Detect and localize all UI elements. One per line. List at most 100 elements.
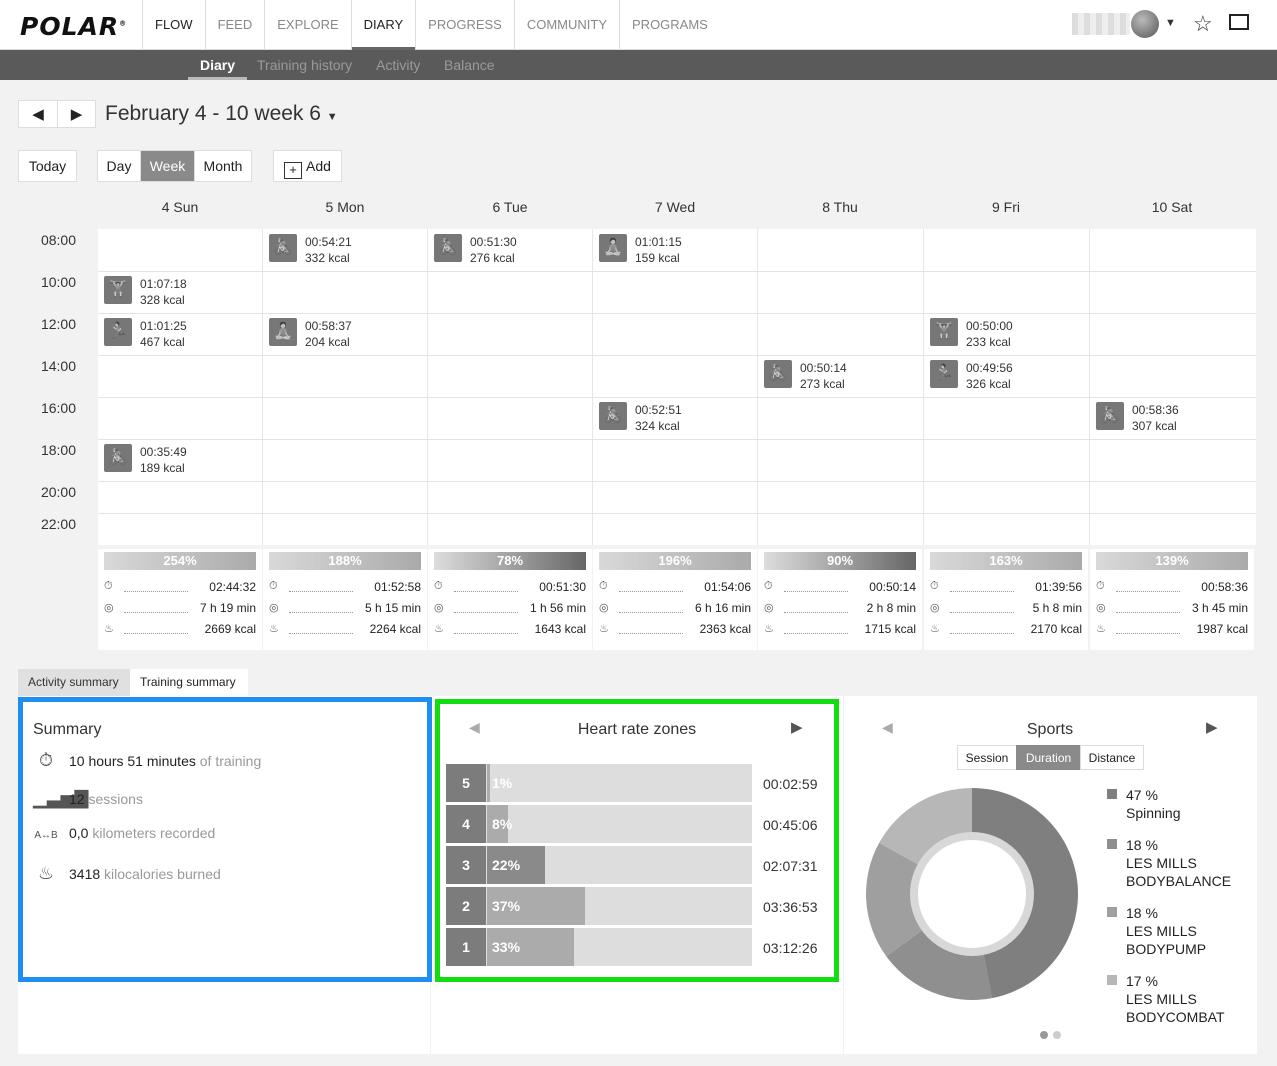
day-header[interactable]: 9 Fri <box>924 199 1088 215</box>
profile-dropdown-icon[interactable]: ▼ <box>1165 17 1176 29</box>
week-view-button[interactable]: Week <box>140 150 195 182</box>
day-summary[interactable]: 163% ⏱ 01:39:56 ◎ 5 h 8 min ♨ 2170 kcal <box>924 549 1088 650</box>
day-summary[interactable]: 254% ⏱ 02:44:32 ◎ 7 h 19 min ♨ 2669 kcal <box>98 549 262 650</box>
activity-goal-bar: 188% <box>269 552 421 570</box>
training-session[interactable]: 🚴 00:35:49 189 kcal <box>98 439 262 475</box>
training-session[interactable]: 🧘 01:01:15 159 kcal <box>593 229 757 265</box>
session-duration: 00:49:56 <box>966 361 1013 375</box>
month-view-button[interactable]: Month <box>194 150 252 182</box>
calories-row: ♨ 1987 kcal <box>1096 622 1248 636</box>
legend-swatch <box>1107 907 1117 917</box>
highlight-box-summary <box>18 697 432 982</box>
nav-community[interactable]: COMMUNITY <box>513 0 619 50</box>
date-range-dropdown[interactable]: February 4 - 10 week 6 ▼ <box>105 102 338 126</box>
training-time-row: ⏱ 00:51:30 <box>434 580 586 594</box>
today-button[interactable]: Today <box>18 150 77 182</box>
flame-icon: ♨ <box>930 623 940 635</box>
session-duration: 00:50:00 <box>966 319 1013 333</box>
carousel-dot-2[interactable] <box>1053 1031 1061 1039</box>
session-details: 00:58:37 204 kcal <box>305 318 352 350</box>
training-session[interactable]: 🚴 00:58:36 307 kcal <box>1090 397 1254 433</box>
carousel-dot-1[interactable] <box>1040 1031 1048 1039</box>
active-time-row: ◎ 6 h 16 min <box>599 601 751 615</box>
subnav-activity[interactable]: Activity <box>376 50 420 80</box>
stopwatch-icon: ⏱ <box>269 580 278 592</box>
day-view-button[interactable]: Day <box>97 150 141 182</box>
training-session[interactable]: 🏃 00:49:56 326 kcal <box>924 355 1088 391</box>
day-header[interactable]: 7 Wed <box>593 199 757 215</box>
subnav-balance[interactable]: Balance <box>444 50 495 80</box>
active-time-row: ◎ 7 h 19 min <box>104 601 256 615</box>
sports-prev-arrow-icon[interactable]: ◀ <box>882 719 893 736</box>
training-session[interactable]: 🏋 01:07:18 328 kcal <box>98 271 262 307</box>
session-kcal: 233 kcal <box>966 335 1011 349</box>
sports-next-arrow-icon[interactable]: ▶ <box>1206 718 1218 736</box>
grid-column-divider <box>427 229 428 545</box>
day-summary[interactable]: 139% ⏱ 00:58:36 ◎ 3 h 45 min ♨ 1987 kcal <box>1090 549 1254 650</box>
training-session[interactable]: 🏃 01:01:25 467 kcal <box>98 313 262 349</box>
activity-icon: ◎ <box>434 602 444 614</box>
day-summary[interactable]: 196% ⏱ 01:54:06 ◎ 6 h 16 min ♨ 2363 kcal <box>593 549 757 650</box>
activity-icon: ◎ <box>269 602 279 614</box>
nav-programs[interactable]: PROGRAMS <box>619 0 720 50</box>
time-label: 18:00 <box>40 442 76 458</box>
training-session[interactable]: 🚴 00:52:51 324 kcal <box>593 397 757 433</box>
grid-row-divider <box>98 481 1256 482</box>
day-header[interactable]: 10 Sat <box>1090 199 1254 215</box>
spinning-icon: 🚴 <box>1096 402 1124 430</box>
nav-explore[interactable]: EXPLORE <box>264 0 350 50</box>
activity-icon: ◎ <box>764 602 774 614</box>
donut-slice[interactable] <box>972 788 1078 999</box>
training-session[interactable]: 🚴 00:50:14 273 kcal <box>758 355 922 391</box>
subnav-training-history[interactable]: Training history <box>257 50 352 80</box>
messages-icon[interactable] <box>1229 14 1249 30</box>
calories-row: ♨ 1643 kcal <box>434 622 586 636</box>
avatar[interactable] <box>1131 10 1159 38</box>
grid-row-divider <box>98 513 1256 514</box>
favorites-star-icon[interactable]: ☆ <box>1193 11 1213 37</box>
active-time-row: ◎ 2 h 8 min <box>764 601 916 615</box>
sports-tab-distance[interactable]: Distance <box>1080 745 1144 770</box>
next-week-button[interactable]: ▶ <box>57 100 96 128</box>
day-summary[interactable]: 78% ⏱ 00:51:30 ◎ 1 h 56 min ♨ 1643 kcal <box>428 549 592 650</box>
legend-swatch <box>1107 839 1117 849</box>
session-details: 00:50:00 233 kcal <box>966 318 1013 350</box>
calories-row: ♨ 1715 kcal <box>764 622 916 636</box>
activity-icon: ◎ <box>104 602 114 614</box>
day-summary[interactable]: 188% ⏱ 01:52:58 ◎ 5 h 15 min ♨ 2264 kcal <box>263 549 427 650</box>
activity-goal-bar: 163% <box>930 552 1082 570</box>
add-button[interactable]: + Add <box>273 150 342 182</box>
tab-training-summary[interactable]: Training summary <box>130 669 248 696</box>
sports-tab-session[interactable]: Session <box>957 745 1017 770</box>
week-calendar-grid: 🏋 01:07:18 328 kcal 🏃 01:01:25 467 kcal 🚴 00:35… <box>98 229 1256 545</box>
prev-week-button[interactable]: ◀ <box>18 100 58 128</box>
activity-goal-bar: 78% <box>434 552 586 570</box>
nav-flow[interactable]: FLOW <box>142 0 205 50</box>
training-time-row: ⏱ 01:52:58 <box>269 580 421 594</box>
session-details: 00:52:51 324 kcal <box>635 402 682 434</box>
training-session[interactable]: 🚴 00:51:30 276 kcal <box>428 229 592 265</box>
day-header[interactable]: 5 Mon <box>263 199 427 215</box>
caret-down-icon: ▼ <box>326 111 338 123</box>
tab-activity-summary[interactable]: Activity summary <box>18 669 130 696</box>
subnav-diary[interactable]: Diary <box>187 50 248 80</box>
session-kcal: 467 kcal <box>140 335 185 349</box>
training-session[interactable]: 🧘 00:58:37 204 kcal <box>263 313 427 349</box>
training-session[interactable]: 🚴 00:54:21 332 kcal <box>263 229 427 265</box>
polar-logo[interactable]: POLAR® <box>20 12 127 41</box>
day-header[interactable]: 6 Tue <box>428 199 592 215</box>
nav-feed[interactable]: FEED <box>204 0 265 50</box>
day-header[interactable]: 8 Thu <box>758 199 922 215</box>
day-summary[interactable]: 90% ⏱ 00:50:14 ◎ 2 h 8 min ♨ 1715 kcal <box>758 549 922 650</box>
training-session[interactable]: 🏋 00:50:00 233 kcal <box>924 313 1088 349</box>
bodycombat-icon: 🏃 <box>104 318 132 346</box>
profile-name-blurred[interactable] <box>1072 13 1130 35</box>
calories-row: ♨ 2669 kcal <box>104 622 256 636</box>
nav-progress[interactable]: PROGRESS <box>415 0 514 50</box>
sports-tab-duration[interactable]: Duration <box>1016 745 1081 770</box>
session-details: 01:01:15 159 kcal <box>635 234 682 266</box>
activity-goal-bar: 254% <box>104 552 256 570</box>
nav-diary[interactable]: DIARY <box>350 0 416 50</box>
flame-icon: ♨ <box>599 623 609 635</box>
day-header[interactable]: 4 Sun <box>98 199 262 215</box>
